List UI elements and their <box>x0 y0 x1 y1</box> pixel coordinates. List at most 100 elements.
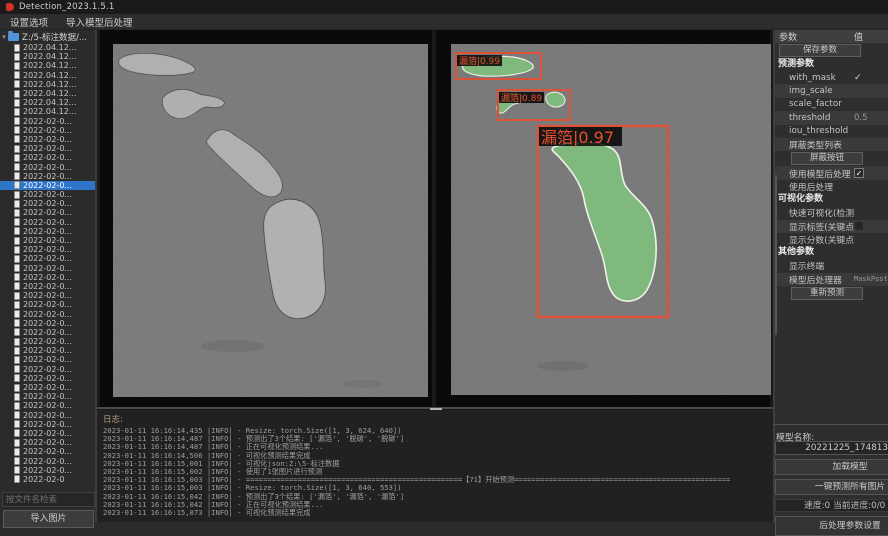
file-icon <box>14 108 20 116</box>
file-name: 2022.04.12... <box>23 98 76 107</box>
tree-item[interactable]: 2022-02-0... <box>0 365 95 374</box>
file-icon <box>14 338 20 346</box>
param-col-name: 参数 <box>775 30 854 43</box>
param-label: 模型后处理器 <box>775 273 854 286</box>
param-label: scale_factor <box>775 99 854 109</box>
param-section: 预测参数 <box>775 58 888 71</box>
param-row[interactable]: iou_threshold <box>775 125 888 138</box>
tree-item[interactable]: 2022-02-0... <box>0 401 95 410</box>
postprocess-settings-button[interactable]: 后处理参数设置 <box>775 516 888 536</box>
tree-item[interactable]: 2022-02-0... <box>0 438 95 447</box>
menu-settings[interactable]: 设置选项 <box>10 15 48 29</box>
tree-item[interactable]: 2022-02-0... <box>0 374 95 383</box>
tree-item[interactable]: 2022-02-0... <box>0 162 95 171</box>
tree-item[interactable]: 2022-02-0... <box>0 447 95 456</box>
tree-item[interactable]: 2022-02-0... <box>0 337 95 346</box>
tree-item[interactable]: 2022-02-0... <box>0 227 95 236</box>
load-model-button[interactable]: 加载模型 <box>775 459 888 475</box>
file-icon <box>14 347 20 355</box>
tree-item[interactable]: 2022.04.12... <box>0 43 95 52</box>
file-name: 2022-02-0... <box>23 227 72 236</box>
tree-item[interactable]: 2022-02-0... <box>0 181 95 190</box>
tree-item[interactable]: 2022-02-0... <box>0 328 95 337</box>
tree-item[interactable]: 2022-02-0... <box>0 117 95 126</box>
tree-item[interactable]: 2022-02-0... <box>0 319 95 328</box>
source-image-panel[interactable] <box>100 30 432 408</box>
tree-item[interactable]: 2022-02-0... <box>0 346 95 355</box>
tree-item[interactable]: 2022-02-0... <box>0 236 95 245</box>
prediction-image: 漏箔|0.99 漏箔|0.89 漏箔|0.97 <box>451 44 771 395</box>
checkbox-checked[interactable]: ✓ <box>854 168 864 178</box>
tree-item[interactable]: 2022-02-0... <box>0 466 95 475</box>
log-panel[interactable]: 日志: 2023-01-11 16:16:14,435 |INFO| - Res… <box>97 410 773 522</box>
tree-item[interactable]: 2022.04.12... <box>0 61 95 70</box>
tree-item[interactable]: 2022-02-0... <box>0 411 95 420</box>
tree-item[interactable]: 2022-02-0... <box>0 218 95 227</box>
param-value: MaskPostPro <box>854 275 888 283</box>
param-row[interactable]: img_scale <box>775 84 888 97</box>
tree-item[interactable]: 2022-02-0... <box>0 208 95 217</box>
tree-item[interactable]: 2022-02-0... <box>0 273 95 282</box>
tree-item[interactable]: 2022.04.12... <box>0 89 95 98</box>
model-name-field[interactable]: 20221225_174813 <box>775 441 888 455</box>
tree-item[interactable]: 2022-02-0... <box>0 199 95 208</box>
tree-item[interactable]: 2022-02-0... <box>0 309 95 318</box>
params-scrollbar[interactable] <box>775 175 777 335</box>
search-input[interactable] <box>2 492 95 507</box>
tree-item[interactable]: 2022-02-0... <box>0 282 95 291</box>
tree-item[interactable]: 2022-02-0... <box>0 172 95 181</box>
tree-root-folder[interactable]: ▾ Z:/5-标注数据/... <box>0 31 95 43</box>
tree-item[interactable]: 2022-02-0... <box>0 245 95 254</box>
param-row[interactable]: 模型后处理器MaskPostPro <box>775 273 888 286</box>
file-name: 2022-02-0... <box>23 190 72 199</box>
mask-types-button[interactable]: 屏蔽按钮 <box>791 152 863 165</box>
tree-item[interactable]: 2022.04.12... <box>0 98 95 107</box>
tree-item[interactable]: 2022-02-0 <box>0 475 95 484</box>
tree-item[interactable]: 2022-02-0... <box>0 300 95 309</box>
expander-icon[interactable]: ▾ <box>0 33 8 41</box>
tree-item[interactable]: 2022-02-0... <box>0 153 95 162</box>
predict-all-button[interactable]: 一键预测所有图片 <box>775 479 888 495</box>
tree-item[interactable]: 2022.04.12... <box>0 52 95 61</box>
param-row[interactable]: scale_factor <box>775 98 888 111</box>
tree-item[interactable]: 2022-02-0... <box>0 264 95 273</box>
tree-item[interactable]: 2022-02-0... <box>0 135 95 144</box>
tree-item[interactable]: 2022.04.12... <box>0 80 95 89</box>
file-icon <box>14 99 20 107</box>
tree-item[interactable]: 2022-02-0... <box>0 392 95 401</box>
prediction-image-panel[interactable]: 漏箔|0.99 漏箔|0.89 漏箔|0.97 <box>436 30 770 408</box>
param-row[interactable]: 使用模型后处理✓ <box>775 166 888 179</box>
tree-item[interactable]: 2022-02-0... <box>0 126 95 135</box>
param-row[interactable]: 使用后处理 <box>775 180 888 193</box>
tree-item[interactable]: 2022-02-0... <box>0 144 95 153</box>
file-tree[interactable]: ▾ Z:/5-标注数据/... 2022.04.12...2022.04.12.… <box>0 31 95 490</box>
tree-item[interactable]: 2022-02-0... <box>0 355 95 364</box>
tree-item[interactable]: 2022-02-0... <box>0 254 95 263</box>
param-row[interactable]: 显示分数(关键点) <box>775 233 888 246</box>
param-row[interactable]: 显示标签(关键点) <box>775 220 888 233</box>
tree-item[interactable]: 2022-02-0... <box>0 383 95 392</box>
tree-item[interactable]: 2022.04.12... <box>0 71 95 80</box>
tree-item[interactable]: 2022.04.12... <box>0 107 95 116</box>
file-name: 2022-02-0... <box>23 245 72 254</box>
tree-item[interactable]: 2022-02-0... <box>0 429 95 438</box>
file-name: 2022-02-0... <box>23 135 72 144</box>
file-tree-items: 2022.04.12...2022.04.12...2022.04.12...2… <box>0 43 95 484</box>
param-row[interactable]: 显示终端 <box>775 259 888 272</box>
menu-import-postprocess[interactable]: 导入模型后处理 <box>66 15 133 29</box>
param-row[interactable]: with_mask✓ <box>775 71 888 84</box>
tree-item[interactable]: 2022-02-0... <box>0 420 95 429</box>
re-predict-button[interactable]: 重新预测 <box>791 287 863 300</box>
param-row[interactable]: 屏蔽类型列表 <box>775 138 888 151</box>
file-icon <box>14 135 20 143</box>
import-images-button[interactable]: 导入图片 <box>3 510 94 528</box>
param-row[interactable]: threshold0.5 <box>775 111 888 124</box>
save-params-button[interactable]: 保存参数 <box>779 44 861 57</box>
file-icon <box>14 209 20 217</box>
file-icon <box>14 200 20 208</box>
checkbox-empty[interactable] <box>854 221 864 231</box>
tree-item[interactable]: 2022-02-0... <box>0 190 95 199</box>
tree-item[interactable]: 2022-02-0... <box>0 291 95 300</box>
param-row[interactable]: 快速可视化(检测) <box>775 206 888 219</box>
tree-item[interactable]: 2022-02-0... <box>0 456 95 465</box>
